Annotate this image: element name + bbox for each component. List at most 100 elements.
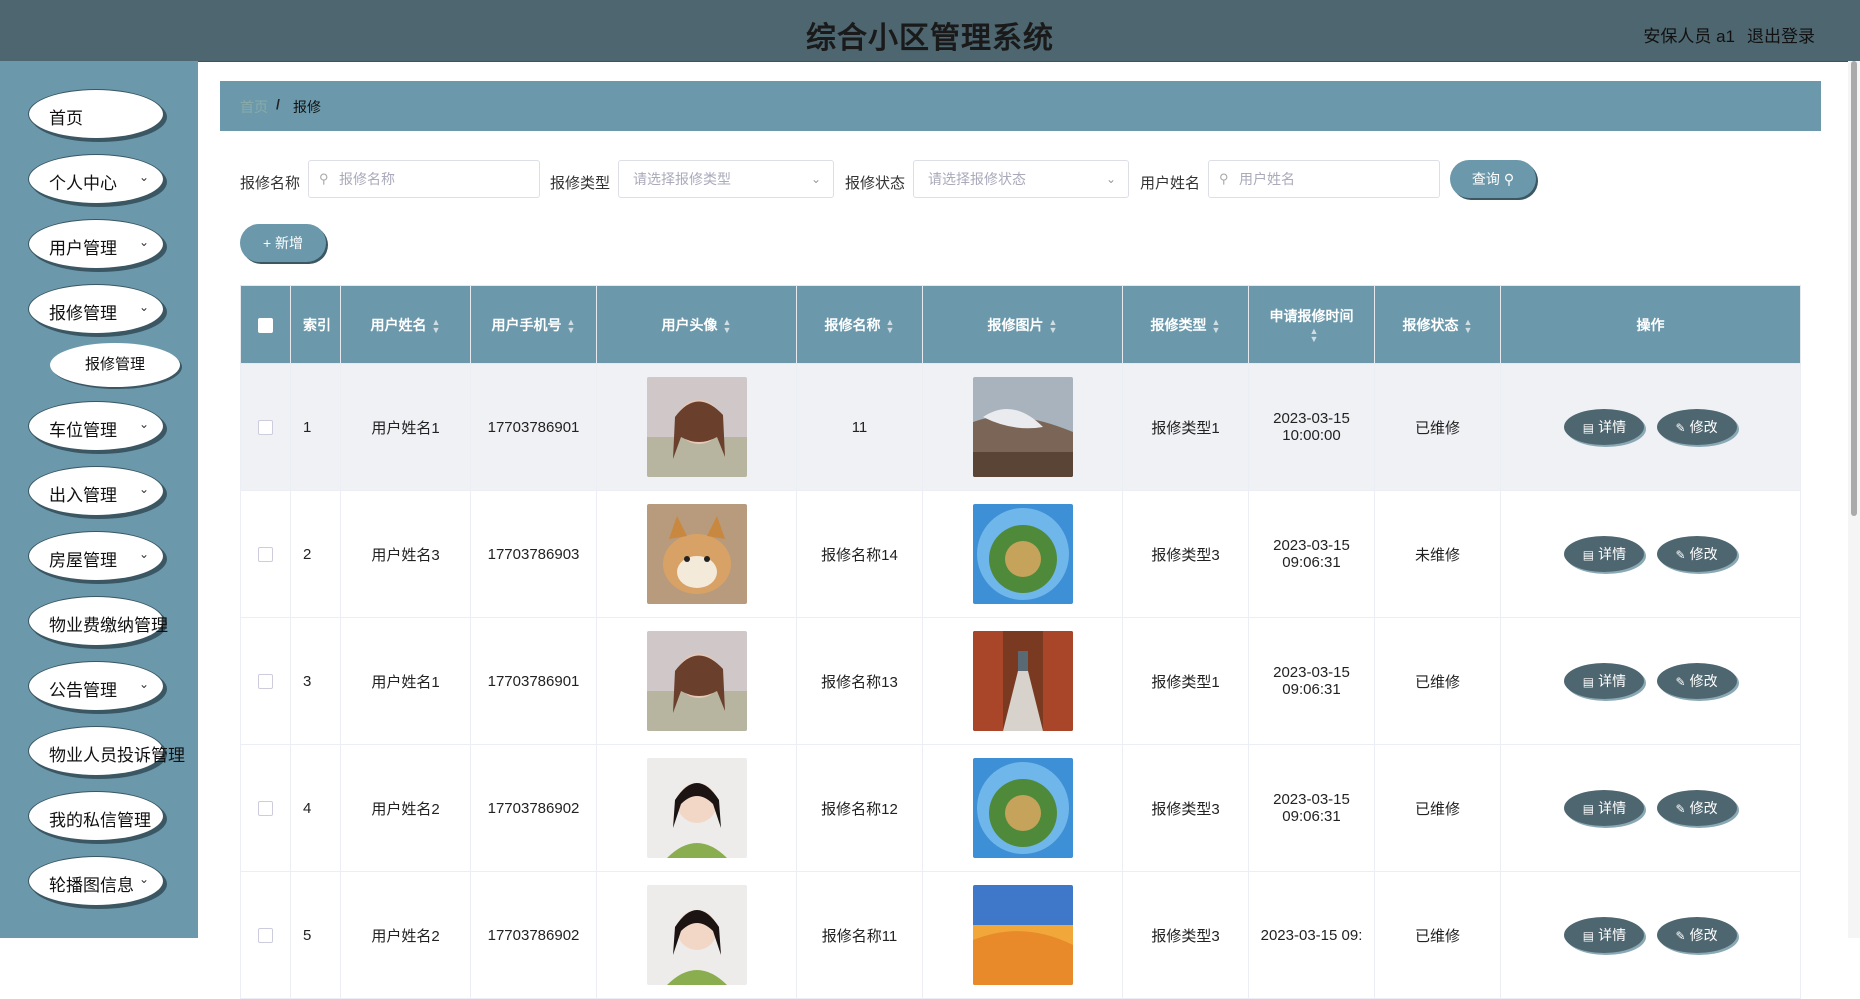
sidebar-item-home[interactable]: 首页 (28, 89, 164, 139)
sidebar-item-house-management[interactable]: 房屋管理 ⌄ (28, 531, 164, 581)
repair-image[interactable] (972, 885, 1073, 985)
detail-button[interactable]: ▤ 详情 (1564, 536, 1645, 572)
repair-name-input[interactable]: ⚲ 报修名称 (308, 160, 540, 198)
breadcrumb-home[interactable]: 首页 (240, 97, 268, 117)
pencil-icon: ✎ (1675, 548, 1686, 562)
edit-button[interactable]: ✎ 修改 (1656, 409, 1737, 445)
table-row[interactable]: 2 用户姓名3 17703786903 报修名称14 报修类型3 2023-03… (240, 490, 1801, 618)
avatar[interactable] (646, 377, 747, 477)
column-header[interactable]: 用户手机号 ▲ ▼ (470, 285, 597, 364)
avatar[interactable] (646, 504, 747, 604)
sort-icon[interactable]: ▲ ▼ (567, 317, 576, 334)
repair-type-select[interactable]: 请选择报修类型 ⌄ (618, 160, 834, 198)
apply-time-cell: 2023-03-15 09:06:31 (1248, 490, 1375, 618)
sidebar-item-user-management[interactable]: 用户管理 ⌄ (28, 219, 164, 269)
sidebar-item-label: 个人中心 (49, 174, 117, 193)
row-checkbox[interactable] (258, 801, 273, 817)
table-row[interactable]: 3 用户姓名1 17703786901 报修名称13 报修类型1 2023-03… (240, 617, 1801, 745)
sidebar-item-personal-center[interactable]: 个人中心 ⌄ (28, 154, 164, 204)
row-checkbox[interactable] (258, 928, 273, 944)
row-select-cell[interactable] (240, 363, 291, 491)
repair-image[interactable] (972, 504, 1073, 604)
detail-button[interactable]: ▤ 详情 (1564, 917, 1645, 953)
scrollbar-thumb[interactable] (1851, 61, 1857, 516)
repair-type-cell: 报修类型1 (1122, 617, 1249, 745)
repair-status-select[interactable]: 请选择报修状态 ⌄ (913, 160, 1129, 198)
sidebar-item-label: 车位管理 (49, 421, 117, 440)
row-checkbox[interactable] (258, 547, 273, 563)
row-checkbox[interactable] (258, 420, 273, 436)
edit-button[interactable]: ✎ 修改 (1656, 536, 1737, 572)
sort-icon[interactable]: ▲ ▼ (1464, 317, 1473, 334)
sidebar-item-label: 公告管理 (49, 681, 117, 700)
repair-image[interactable] (972, 758, 1073, 858)
document-icon: ▤ (1582, 802, 1595, 816)
chevron-down-icon: ⌄ (138, 170, 149, 184)
edit-button[interactable]: ✎ 修改 (1656, 663, 1737, 699)
sidebar-subitem-repair-management[interactable]: 报修管理 (50, 343, 180, 387)
edit-button[interactable]: ✎ 修改 (1656, 790, 1737, 826)
repair-status-placeholder: 请选择报修状态 (928, 171, 1026, 187)
row-select-cell[interactable] (240, 871, 291, 999)
sort-icon[interactable]: ▲ ▼ (1212, 317, 1221, 334)
edit-button[interactable]: ✎ 修改 (1656, 917, 1737, 953)
app-title: 综合小区管理系统 (806, 22, 1054, 55)
detail-button[interactable]: ▤ 详情 (1564, 790, 1645, 826)
apply-time-cell: 2023-03-15 10:00:00 (1248, 363, 1375, 491)
repair-status-label: 报修状态 (845, 175, 906, 192)
avatar[interactable] (646, 885, 747, 985)
sort-icon[interactable]: ▲ ▼ (886, 317, 895, 334)
document-icon: ▤ (1582, 675, 1595, 689)
user-name-input[interactable]: ⚲ 用户姓名 (1208, 160, 1440, 198)
sidebar-item-label: 出入管理 (49, 486, 117, 505)
repair-status-cell: 已维修 (1374, 744, 1501, 872)
column-header[interactable]: 报修图片 ▲ ▼ (922, 285, 1123, 364)
column-header-label: 用户头像 (661, 316, 718, 333)
add-button[interactable]: + 新增 (240, 224, 326, 262)
column-header[interactable]: 报修类型 ▲ ▼ (1122, 285, 1249, 364)
column-header[interactable]: 申请报修时间 ▲ ▼ (1248, 285, 1375, 364)
logout-link[interactable]: 退出登录 (1747, 22, 1815, 47)
select-all-checkbox[interactable] (258, 317, 273, 333)
sidebar-item-carousel[interactable]: 轮播图信息 ⌄ (28, 856, 164, 906)
sidebar-item-messages[interactable]: 我的私信管理 (28, 791, 164, 841)
sort-icon[interactable]: ▲ ▼ (1310, 327, 1319, 344)
sidebar-item-complaint[interactable]: 物业人员投诉管理 (28, 726, 185, 776)
actions-cell: ▤ 详情 ✎ 修改 (1500, 871, 1801, 999)
sort-icon[interactable]: ▲ ▼ (723, 317, 732, 334)
table-row[interactable]: 5 用户姓名2 17703786902 报修名称11 报修类型3 2023-03… (240, 871, 1801, 999)
user-name-cell: 用户姓名3 (340, 490, 471, 618)
column-header[interactable]: 用户姓名 ▲ ▼ (340, 285, 471, 364)
detail-button[interactable]: ▤ 详情 (1564, 663, 1645, 699)
row-select-cell[interactable] (240, 744, 291, 872)
user-name-placeholder: 用户姓名 (1239, 171, 1295, 187)
detail-button[interactable]: ▤ 详情 (1564, 409, 1645, 445)
sidebar-item-access-management[interactable]: 出入管理 ⌄ (28, 466, 164, 516)
repair-image[interactable] (972, 377, 1073, 477)
repair-status-cell: 已维修 (1374, 363, 1501, 491)
sidebar-item-label: 轮播图信息 (49, 876, 134, 895)
row-checkbox[interactable] (258, 674, 273, 690)
table-row[interactable]: 4 用户姓名2 17703786902 报修名称12 报修类型3 2023-03… (240, 744, 1801, 872)
sidebar-item-property-fee[interactable]: 物业费缴纳管理 (28, 596, 168, 646)
row-select-cell[interactable] (240, 617, 291, 745)
column-header[interactable]: 用户头像 ▲ ▼ (596, 285, 797, 364)
query-button[interactable]: 查询 ⚲ (1450, 160, 1536, 198)
repair-type-cell: 报修类型3 (1122, 490, 1249, 618)
avatar[interactable] (646, 758, 747, 858)
sort-icon[interactable]: ▲ ▼ (1049, 317, 1058, 334)
sort-icon[interactable]: ▲ ▼ (432, 317, 441, 334)
column-header-label: 操作 (1636, 316, 1665, 333)
breadcrumb-current: 报修 (293, 99, 321, 115)
table-row[interactable]: 1 用户姓名1 17703786901 11 报修类型1 2023-03-15 … (240, 363, 1801, 491)
column-header[interactable]: 报修名称 ▲ ▼ (796, 285, 923, 364)
row-select-cell[interactable] (240, 490, 291, 618)
sidebar-item-repair-management[interactable]: 报修管理 ⌄ (28, 284, 164, 334)
column-header[interactable]: 报修状态 ▲ ▼ (1374, 285, 1501, 364)
repair-image[interactable] (972, 631, 1073, 731)
page-scrollbar[interactable] (1848, 61, 1860, 938)
sidebar-item-announcement[interactable]: 公告管理 ⌄ (28, 661, 164, 711)
avatar[interactable] (646, 631, 747, 731)
sidebar-item-parking-management[interactable]: 车位管理 ⌄ (28, 401, 164, 451)
select-all-cell[interactable] (240, 285, 291, 364)
